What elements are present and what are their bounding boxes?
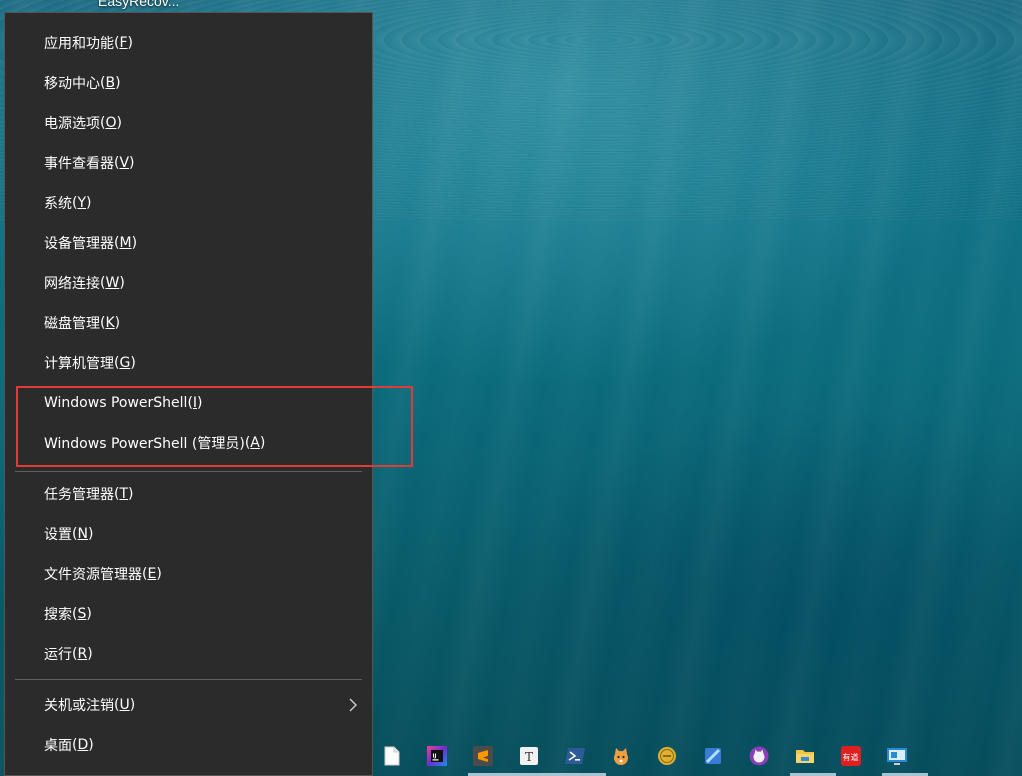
- menu-item-label: 关机或注销: [44, 698, 114, 714]
- access-key: E: [147, 566, 157, 582]
- access-key: G: [119, 355, 131, 371]
- menu-item-label: 计算机管理: [44, 356, 114, 372]
- menu-item-settings[interactable]: 设置(N): [5, 514, 372, 554]
- menu-separator: [15, 471, 362, 472]
- menu-item-system[interactable]: 系统(Y): [5, 183, 372, 223]
- menu-item-task-manager[interactable]: 任务管理器(T): [5, 474, 372, 514]
- menu-item-shutdown-signout[interactable]: 关机或注销(U): [5, 685, 372, 725]
- menu-item-label: 搜索: [44, 607, 72, 623]
- youdao-icon[interactable]: 有道: [840, 744, 862, 768]
- remote-desktop-icon[interactable]: [886, 744, 908, 768]
- menu-item-label: 设置: [44, 527, 72, 543]
- intellij-icon[interactable]: IJ: [426, 744, 448, 768]
- menu-separator: [15, 679, 362, 680]
- access-key: S: [77, 606, 87, 622]
- access-key: T: [119, 486, 129, 502]
- menu-item-run[interactable]: 运行(R): [5, 634, 372, 674]
- menu-item-label: 任务管理器: [44, 487, 114, 503]
- access-key: K: [105, 315, 115, 331]
- access-key: R: [77, 646, 88, 662]
- menu-item-label: 运行: [44, 647, 72, 663]
- access-key: F: [119, 35, 128, 51]
- access-key: Y: [77, 195, 87, 211]
- menu-item-label: 文件资源管理器: [44, 567, 142, 583]
- access-key: U: [119, 697, 130, 713]
- purple-cat-icon[interactable]: [748, 744, 770, 768]
- menu-item-computer-management[interactable]: 计算机管理(G): [5, 343, 372, 383]
- menu-item-mobility-center[interactable]: 移动中心(B): [5, 63, 372, 103]
- access-key: N: [77, 526, 88, 542]
- typora-icon[interactable]: T: [518, 744, 540, 768]
- desktop-icon-label[interactable]: EasyRecov...: [98, 0, 179, 9]
- coin-app-icon[interactable]: [656, 744, 678, 768]
- menu-item-desktop[interactable]: 桌面(D): [5, 725, 372, 765]
- access-key: W: [105, 275, 120, 291]
- menu-item-apps-features[interactable]: 应用和功能(F): [5, 23, 372, 63]
- access-key: B: [105, 75, 116, 91]
- access-key: D: [77, 737, 89, 753]
- powershell-icon[interactable]: [564, 744, 586, 768]
- svg-text:有道: 有道: [843, 752, 859, 762]
- access-key: M: [119, 235, 132, 251]
- blue-app-icon[interactable]: [702, 744, 724, 768]
- file-icon[interactable]: [381, 744, 403, 768]
- menu-item-device-manager[interactable]: 设备管理器(M): [5, 223, 372, 263]
- menu-item-event-viewer[interactable]: 事件查看器(V): [5, 143, 372, 183]
- menu-item-power-options[interactable]: 电源选项(O): [5, 103, 372, 143]
- menu-item-label: 磁盘管理: [44, 316, 100, 332]
- menu-item-label: 系统: [44, 196, 72, 212]
- menu-item-label: 事件查看器: [44, 156, 114, 172]
- red-highlight-annotation: [16, 386, 413, 467]
- svg-text:T: T: [525, 750, 533, 764]
- menu-item-label: 设备管理器: [44, 236, 114, 252]
- menu-item-label: 移动中心: [44, 76, 100, 92]
- file-explorer-icon[interactable]: [794, 744, 816, 768]
- menu-item-network-connections[interactable]: 网络连接(W): [5, 263, 372, 303]
- menu-item-label: 网络连接: [44, 276, 100, 292]
- sublime-icon[interactable]: [472, 744, 494, 768]
- chevron-right-icon: [349, 698, 357, 712]
- menu-item-label: 应用和功能: [44, 36, 114, 52]
- menu-item-search[interactable]: 搜索(S): [5, 594, 372, 634]
- menu-item-disk-management[interactable]: 磁盘管理(K): [5, 303, 372, 343]
- menu-item-label: 电源选项: [44, 116, 100, 132]
- access-key: O: [105, 115, 117, 131]
- cat-app-icon[interactable]: [610, 744, 632, 768]
- menu-item-label: 桌面: [44, 738, 72, 754]
- svg-text:IJ: IJ: [433, 754, 437, 760]
- menu-item-file-explorer[interactable]: 文件资源管理器(E): [5, 554, 372, 594]
- access-key: V: [119, 155, 130, 171]
